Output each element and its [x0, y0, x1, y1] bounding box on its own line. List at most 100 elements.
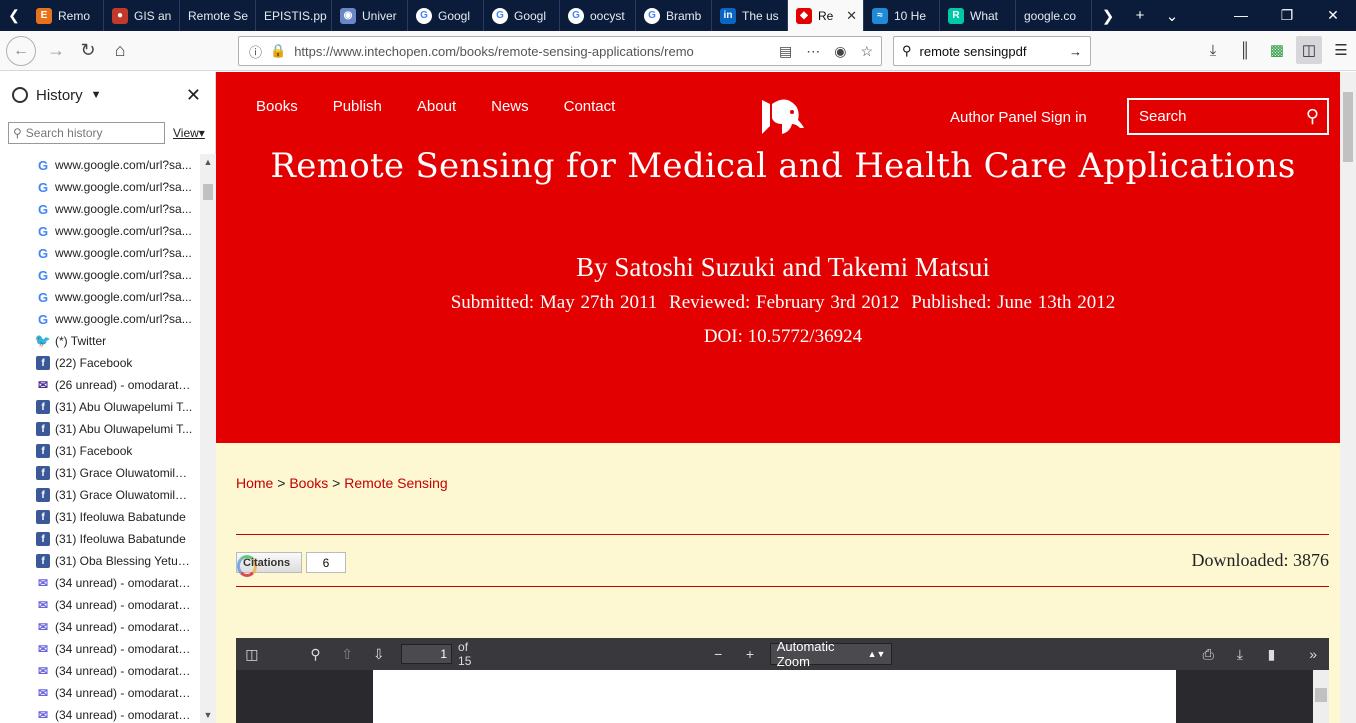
citations-widget[interactable]: Citations 6 [236, 552, 346, 577]
zoom-in-icon[interactable]: + [734, 646, 766, 662]
history-item[interactable]: ✉ (34 unread) - omodarato... [0, 594, 200, 616]
zoom-out-icon[interactable]: − [702, 646, 734, 662]
pdf-scrollbar[interactable] [1313, 670, 1329, 723]
page-actions-icon[interactable]: ⋯ [806, 43, 820, 60]
find-icon[interactable]: ⚲ [300, 646, 332, 663]
author-panel-link[interactable]: Author Panel Sign in [950, 109, 1087, 126]
home-button[interactable]: ⌂ [104, 35, 136, 67]
screenshot-icon[interactable]: ▩ [1264, 36, 1290, 64]
history-item[interactable]: Gwww.google.com/url?sa... [0, 242, 200, 264]
info-icon[interactable]: ⓘ [249, 42, 262, 61]
history-item[interactable]: f (31) Grace Oluwatomilol... [0, 462, 200, 484]
sidebar-toggle-icon[interactable]: ◫ [1296, 36, 1322, 64]
bookmark-icon[interactable]: ▮ [1256, 646, 1288, 663]
page-number-input[interactable]: 1 [400, 644, 453, 664]
tools-icon[interactable]: » [1297, 646, 1329, 662]
nav-item-books[interactable]: Books [256, 98, 298, 115]
scroll-up-icon[interactable]: ▲ [200, 154, 216, 170]
tab-5[interactable]: G Googl [408, 0, 484, 31]
sidebar-toggle-icon[interactable]: ◫ [236, 646, 268, 663]
reload-button[interactable]: ↻ [72, 35, 104, 67]
search-bar[interactable]: ⚲ remote sensingpdf → [893, 36, 1091, 66]
intechopen-logo-icon[interactable] [756, 90, 808, 142]
forward-button[interactable]: → [40, 35, 72, 67]
history-item[interactable]: Gwww.google.com/url?sa... [0, 220, 200, 242]
tab-9[interactable]: in The us [712, 0, 788, 31]
history-item[interactable]: f (31) Oba Blessing Yetunde [0, 550, 200, 572]
history-item[interactable]: ✉ (34 unread) - omodarato... [0, 616, 200, 638]
bookmark-star-icon[interactable]: ☆ [860, 43, 873, 60]
history-item[interactable]: Gwww.google.com/url?sa... [0, 286, 200, 308]
history-item[interactable]: ✉ (34 unread) - omodarato... [0, 638, 200, 660]
zoom-select[interactable]: Automatic Zoom ▲▼ [769, 639, 893, 669]
search-input[interactable]: remote sensingpdf [920, 44, 1061, 59]
pocket-icon[interactable]: ◉ [834, 43, 846, 60]
history-item[interactable]: Gwww.google.com/url?sa... [0, 264, 200, 286]
history-item[interactable]: f (31) Facebook [0, 440, 200, 462]
tab-2[interactable]: Remote Se [180, 0, 256, 31]
scroll-thumb[interactable] [1315, 688, 1327, 702]
history-item[interactable]: Gwww.google.com/url?sa... [0, 154, 200, 176]
sidebar-title[interactable]: History [36, 87, 83, 104]
close-tab-icon[interactable]: ✕ [846, 8, 857, 24]
back-button[interactable]: ← [6, 35, 36, 66]
tab-12[interactable]: R What [940, 0, 1016, 31]
close-icon[interactable]: ✕ [186, 85, 201, 106]
tab-3[interactable]: EPISTIS.pp [256, 0, 332, 31]
chevron-down-icon[interactable]: ▼ [91, 89, 102, 101]
nav-item-contact[interactable]: Contact [564, 98, 616, 115]
reader-view-icon[interactable]: ▤ [779, 43, 792, 60]
scroll-down-icon[interactable]: ▼ [200, 707, 216, 723]
url-text[interactable]: https://www.intechopen.com/books/remote-… [294, 44, 771, 59]
tab-10[interactable]: ◆ Re ✕ [788, 0, 864, 31]
history-item[interactable]: f (31) Ifeoluwa Babatunde [0, 528, 200, 550]
sidebar-scrollbar[interactable]: ▲ ▼ [200, 154, 216, 723]
scroll-thumb[interactable] [203, 184, 213, 200]
tab-11[interactable]: ≈10 He [864, 0, 940, 31]
tab-8[interactable]: G Bramb [636, 0, 712, 31]
menu-icon[interactable]: ☰ [1328, 36, 1354, 64]
history-item[interactable]: 🐦 (*) Twitter [0, 330, 200, 352]
site-search-input[interactable]: Search ⚲ [1127, 98, 1329, 135]
tab-scroll-right-button[interactable]: ❯ [1092, 7, 1124, 25]
restore-button[interactable]: ❐ [1264, 0, 1310, 31]
print-icon[interactable]: ⎙ [1192, 646, 1224, 663]
library-icon[interactable]: ║ [1232, 36, 1258, 64]
view-menu-button[interactable]: View▾ [173, 126, 205, 140]
history-item[interactable]: f (31) Grace Oluwatomilol... [0, 484, 200, 506]
scroll-thumb[interactable] [1343, 92, 1353, 162]
breadcrumb-home[interactable]: Home [236, 475, 273, 491]
breadcrumb-current[interactable]: Remote Sensing [344, 475, 448, 491]
tab-7[interactable]: Goocyst [560, 0, 636, 31]
next-page-icon[interactable]: ⇩ [363, 646, 395, 663]
breadcrumb-books[interactable]: Books [289, 475, 328, 491]
history-item[interactable]: ✉ (34 unread) - omodarato... [0, 682, 200, 704]
history-item[interactable]: f (31) Ifeoluwa Babatunde [0, 506, 200, 528]
tab-13[interactable]: google.co [1016, 0, 1092, 31]
tab-0[interactable]: E Remo [28, 0, 104, 31]
search-history-input[interactable]: ⚲ Search history [8, 122, 165, 144]
history-item[interactable]: ✉ (26 unread) - omodarato... [0, 374, 200, 396]
history-item[interactable]: f (22) Facebook [0, 352, 200, 374]
tab-1[interactable]: ● GIS an [104, 0, 180, 31]
nav-item-publish[interactable]: Publish [333, 98, 382, 115]
minimize-button[interactable]: — [1218, 0, 1264, 31]
history-item[interactable]: Gwww.google.com/url?sa... [0, 308, 200, 330]
tab-6[interactable]: G Googl [484, 0, 560, 31]
close-window-button[interactable]: ✕ [1310, 0, 1356, 31]
previous-page-icon[interactable]: ⇧ [331, 646, 363, 663]
history-item[interactable]: ✉ (34 unread) - omodarato... [0, 660, 200, 682]
search-go-icon[interactable]: → [1069, 44, 1082, 59]
citations-badge[interactable]: Citations [236, 552, 302, 577]
history-item[interactable]: Gwww.google.com/url?sa... [0, 176, 200, 198]
new-tab-button[interactable]: + [1124, 7, 1156, 24]
history-item[interactable]: f (31) Abu Oluwapelumi T... [0, 396, 200, 418]
search-icon[interactable]: ⚲ [1306, 106, 1319, 127]
tab-scroll-left-button[interactable]: ❮ [0, 0, 28, 31]
history-item[interactable]: ✉ (34 unread) - omodarato... [0, 704, 200, 723]
tab-4[interactable]: ◉ Univer [332, 0, 408, 31]
history-item[interactable]: Gwww.google.com/url?sa... [0, 198, 200, 220]
history-item[interactable]: f (31) Abu Oluwapelumi T... [0, 418, 200, 440]
history-item[interactable]: ✉ (34 unread) - omodarato... [0, 572, 200, 594]
page-scrollbar[interactable] [1340, 72, 1356, 723]
